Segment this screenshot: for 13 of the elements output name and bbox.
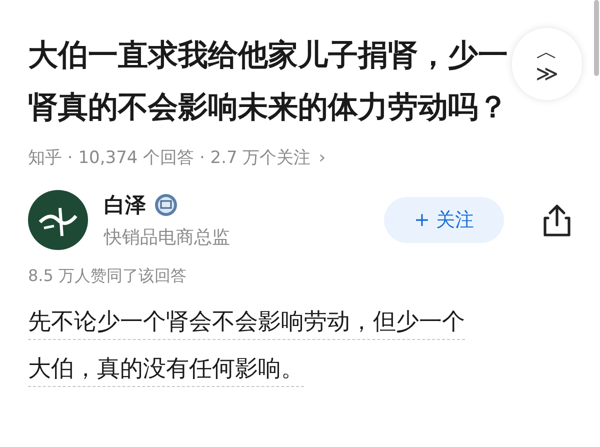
answer-text: 大伯，真的没有任何影响。 bbox=[28, 355, 304, 384]
scroll-button[interactable]: ︿ ≫ bbox=[512, 28, 582, 100]
avatar-logo bbox=[28, 190, 88, 250]
upvote-count: 8.5 万人赞同了该回答 bbox=[28, 266, 187, 287]
follow-button[interactable]: + 关注 bbox=[384, 197, 504, 243]
author-name[interactable]: 白泽 bbox=[104, 191, 146, 219]
question-stats: 知乎 · 10,374 个回答 · 2.7 万个关注 bbox=[28, 147, 311, 169]
author-bio: 快销品电商总监 bbox=[104, 226, 231, 249]
question-title: 肾真的不会影响未来的体力劳动吗？ bbox=[28, 89, 508, 127]
scrollbar[interactable] bbox=[594, 0, 599, 76]
question-title: 大伯一直求我给他家儿子捐肾，少一 bbox=[28, 37, 508, 75]
share-icon[interactable] bbox=[542, 203, 572, 237]
answer-text: 先不论少一个肾会不会影响劳动，但少一个 bbox=[28, 308, 465, 337]
